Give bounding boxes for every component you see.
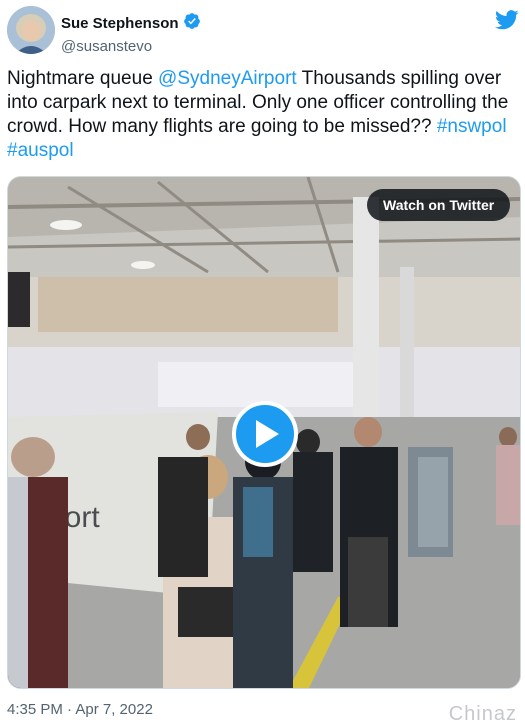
mention-link-sydneyairport[interactable]: @SydneyAirport <box>158 68 297 89</box>
author-block: Sue Stephenson @susanstevo <box>61 12 201 57</box>
hashtag-link-nswpol[interactable]: #nswpol <box>437 116 507 137</box>
play-button[interactable] <box>232 401 298 467</box>
author-handle[interactable]: @susanstevo <box>61 37 201 57</box>
video-thumbnail[interactable]: port Watch on Twitter <box>7 176 521 689</box>
author-name[interactable]: Sue Stephenson <box>61 15 179 33</box>
twitter-bird-icon[interactable] <box>495 10 519 30</box>
tweet-timestamp[interactable]: 4:35 PM · Apr 7, 2022 <box>7 701 153 718</box>
tweet-text: Nightmare queue @SydneyAirport Thousands… <box>7 67 512 163</box>
verified-badge-icon <box>183 12 201 35</box>
avatar[interactable] <box>7 6 55 54</box>
watermark-text: Chinaz <box>448 703 517 725</box>
text-segment: Nightmare queue <box>7 68 159 89</box>
play-icon <box>256 420 279 448</box>
watch-on-twitter-button[interactable]: Watch on Twitter <box>367 189 511 221</box>
hashtag-link-auspol[interactable]: #auspol <box>7 140 74 161</box>
tweet-card: Sue Stephenson @susanstevo Nightmare que… <box>0 0 525 727</box>
